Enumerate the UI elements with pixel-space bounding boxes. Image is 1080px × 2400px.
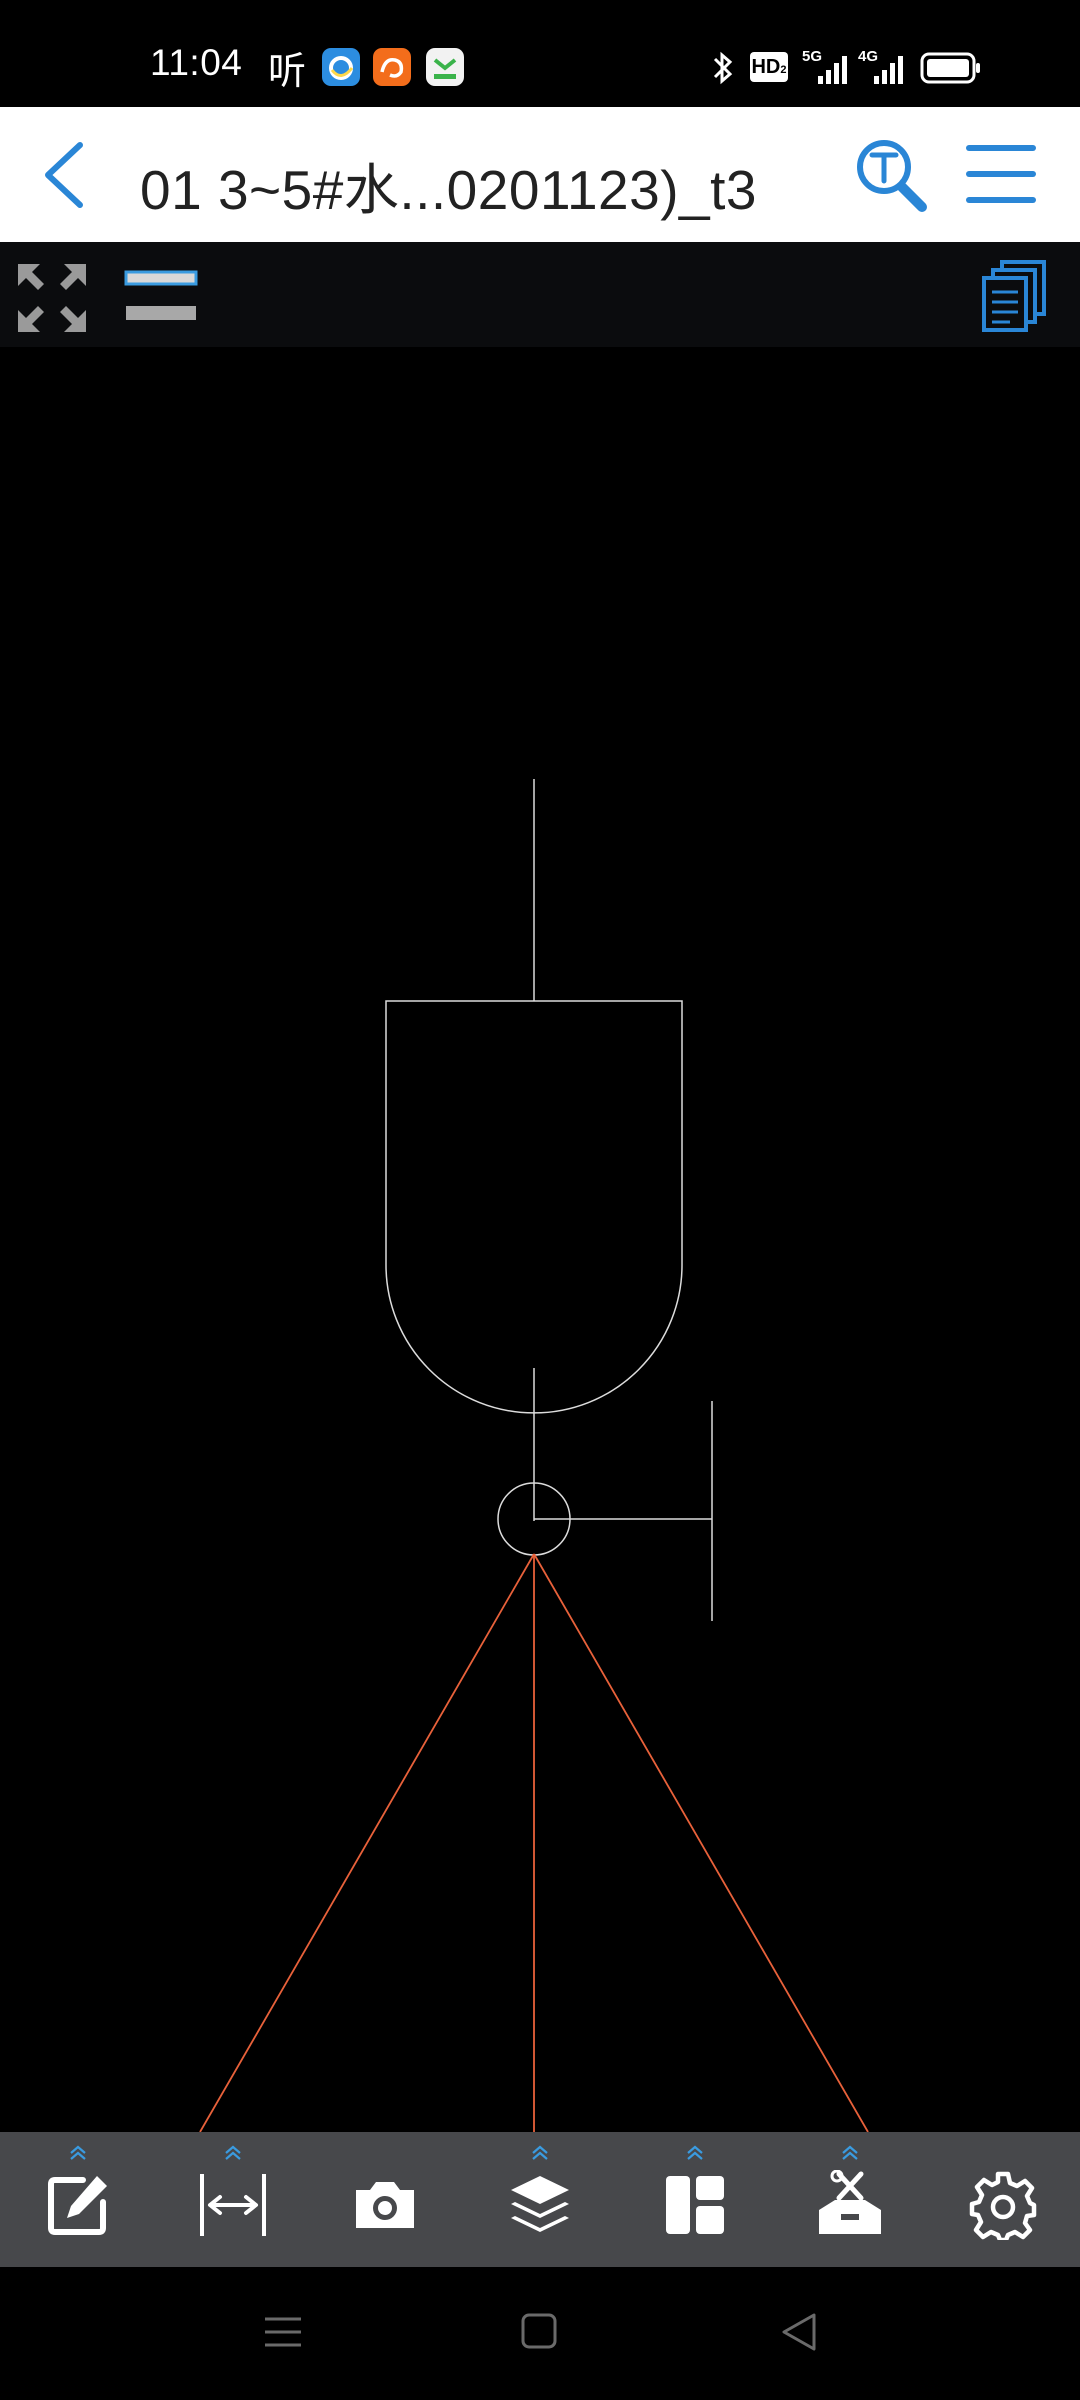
screenshot-tool-button[interactable]: [330, 2132, 440, 2267]
fullscreen-button[interactable]: [16, 262, 88, 334]
layout-icon: [666, 2176, 724, 2234]
chevron-up-expander-icon: [842, 2145, 858, 2160]
edit-tool-button[interactable]: [23, 2132, 133, 2267]
menu-button[interactable]: [962, 139, 1040, 209]
toolbox-tool-button[interactable]: [795, 2132, 905, 2267]
hamburger-menu-icon: [966, 145, 1036, 203]
chevron-up-expander-icon: [687, 2145, 703, 2160]
drawing-shield-shape: [385, 1000, 683, 1414]
camera-icon: [356, 2182, 414, 2228]
layers-tool-button[interactable]: [485, 2132, 595, 2267]
signal-5g-icon: 5G: [802, 48, 850, 88]
status-bar: 11:04 听 HD2 5G 4G: [0, 0, 1080, 107]
layout-tool-button[interactable]: [640, 2132, 750, 2267]
measure-tool-button[interactable]: [178, 2132, 288, 2267]
home-button[interactable]: [510, 2307, 570, 2357]
text-search-icon: [857, 140, 927, 212]
layer-toggle-icon: [124, 270, 198, 320]
layer-toggle-button[interactable]: [122, 266, 200, 328]
edit-icon: [48, 2176, 107, 2235]
recent-apps-button[interactable]: [253, 2307, 313, 2357]
document-title: 01 3~5#水...0201123)_t3: [140, 159, 757, 221]
shopping-app-icon: [426, 48, 464, 86]
recent-apps-icon: [265, 2317, 301, 2347]
uc-browser-app-icon: [373, 48, 411, 86]
hd-badge-label: HD: [751, 56, 781, 78]
status-time: 11:04: [150, 42, 243, 83]
hd-badge: HD2: [750, 52, 788, 82]
settings-icon: [969, 2171, 1037, 2240]
cad-drawing: [199, 779, 869, 2132]
drawing-canvas[interactable]: [0, 347, 1080, 2132]
pages-stack-icon: [982, 260, 1046, 332]
chevron-up-expander-icon: [532, 2145, 548, 2160]
signal-4g-icon: 4G: [858, 48, 906, 88]
chevron-up-expander-icon: [225, 2145, 241, 2160]
triangle-back-icon: [782, 2313, 816, 2351]
pages-button[interactable]: [978, 258, 1050, 334]
browser-app-icon: [322, 48, 360, 86]
text-search-button[interactable]: [852, 135, 930, 215]
back-nav-button[interactable]: [770, 2307, 830, 2357]
drawing-orange-line-right: [533, 1553, 869, 2132]
battery-icon: [920, 52, 980, 84]
chevron-up-expander-icon: [70, 2145, 86, 2160]
home-icon: [521, 2313, 557, 2349]
status-indicators: HD2 5G 4G: [710, 48, 1010, 88]
view-toolbar: [0, 242, 1080, 347]
fullscreen-expand-icon: [18, 264, 86, 332]
ting-icon: 听: [268, 51, 307, 93]
layers-icon: [511, 2176, 569, 2232]
chevron-left-icon: [45, 142, 83, 208]
settings-tool-button[interactable]: [948, 2132, 1058, 2267]
bluetooth-icon: [713, 51, 733, 85]
measure-icon: [200, 2174, 266, 2236]
drawing-orange-line-left: [199, 1553, 535, 2132]
back-button[interactable]: [38, 137, 98, 212]
toolbox-icon: [819, 2170, 881, 2234]
bottom-toolbar: [0, 2132, 1080, 2267]
system-navigation-bar: [0, 2267, 1080, 2400]
hd-badge-sub: 2: [780, 64, 787, 76]
title-bar: 01 3~5#水...0201123)_t3: [0, 107, 1080, 242]
